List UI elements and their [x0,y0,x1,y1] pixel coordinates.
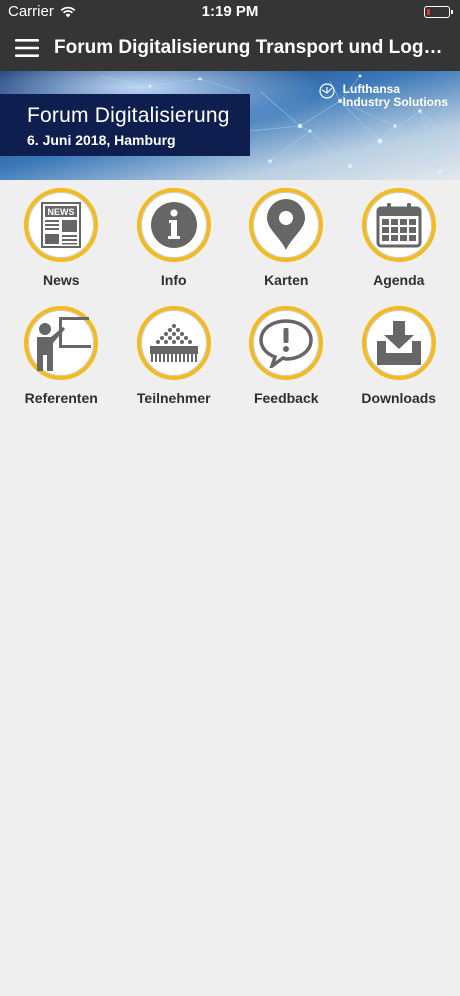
lufthansa-logo: Lufthansa Industry Solutions [319,83,448,109]
tile-label: Teilnehmer [136,390,211,406]
newspaper-icon-text: NEWS [48,207,75,217]
tile-teilnehmer[interactable]: Teilnehmer [118,306,231,412]
battery-icon [424,6,453,18]
tile-ring [136,188,211,262]
tile-ring [136,306,211,380]
tile-label: Agenda [373,272,425,288]
feedback-bubble-icon [259,319,314,368]
tile-ring [24,306,99,380]
tile-karten[interactable]: Karten [230,188,343,294]
tile-label: Karten [264,272,309,288]
tile-ring [361,188,436,262]
tile-label: Info [160,272,187,288]
tile-label: Downloads [361,390,437,406]
tile-ring: NEWS [24,188,99,262]
download-tray-icon [376,321,421,365]
info-icon [150,202,197,248]
banner-text-box: Forum Digitalisierung 6. Juni 2018, Hamb… [0,94,250,156]
page-title: Forum Digitalisierung Transport und Logi… [54,36,446,58]
tile-feedback[interactable]: Feedback [230,306,343,412]
crane-logo-icon [319,83,335,99]
tile-downloads[interactable]: Downloads [343,306,456,412]
calendar-icon [376,203,422,248]
tile-news[interactable]: NEWS News [5,188,118,294]
clock: 1:19 PM [201,3,259,20]
banner-title: Forum Digitalisierung [27,104,230,127]
event-banner: Forum Digitalisierung 6. Juni 2018, Hamb… [0,71,460,180]
tile-ring [249,188,324,262]
tile-label: Referenten [24,390,98,406]
tile-info[interactable]: Info [118,188,231,294]
tile-label: News [42,272,80,288]
tile-agenda[interactable]: Agenda [343,188,456,294]
hamburger-menu-button[interactable] [0,24,54,71]
tile-ring [361,306,436,380]
status-bar: Carrier 1:19 PM [0,0,460,24]
nav-bar: Forum Digitalisierung Transport und Logi… [0,24,460,71]
logo-line2: Industry Solutions [342,95,448,109]
banner-date: 6. Juni 2018, Hamburg [27,132,176,148]
presenter-icon [37,317,92,371]
tile-ring [249,306,324,380]
newspaper-icon: NEWS [41,202,82,248]
map-pin-icon [267,199,306,250]
tile-label: Feedback [253,390,319,406]
module-grid: NEWS News Info Karten Agenda Referenten … [5,188,455,412]
hamburger-icon [15,38,39,57]
tile-referenten[interactable]: Referenten [5,306,118,412]
audience-icon [149,324,198,362]
